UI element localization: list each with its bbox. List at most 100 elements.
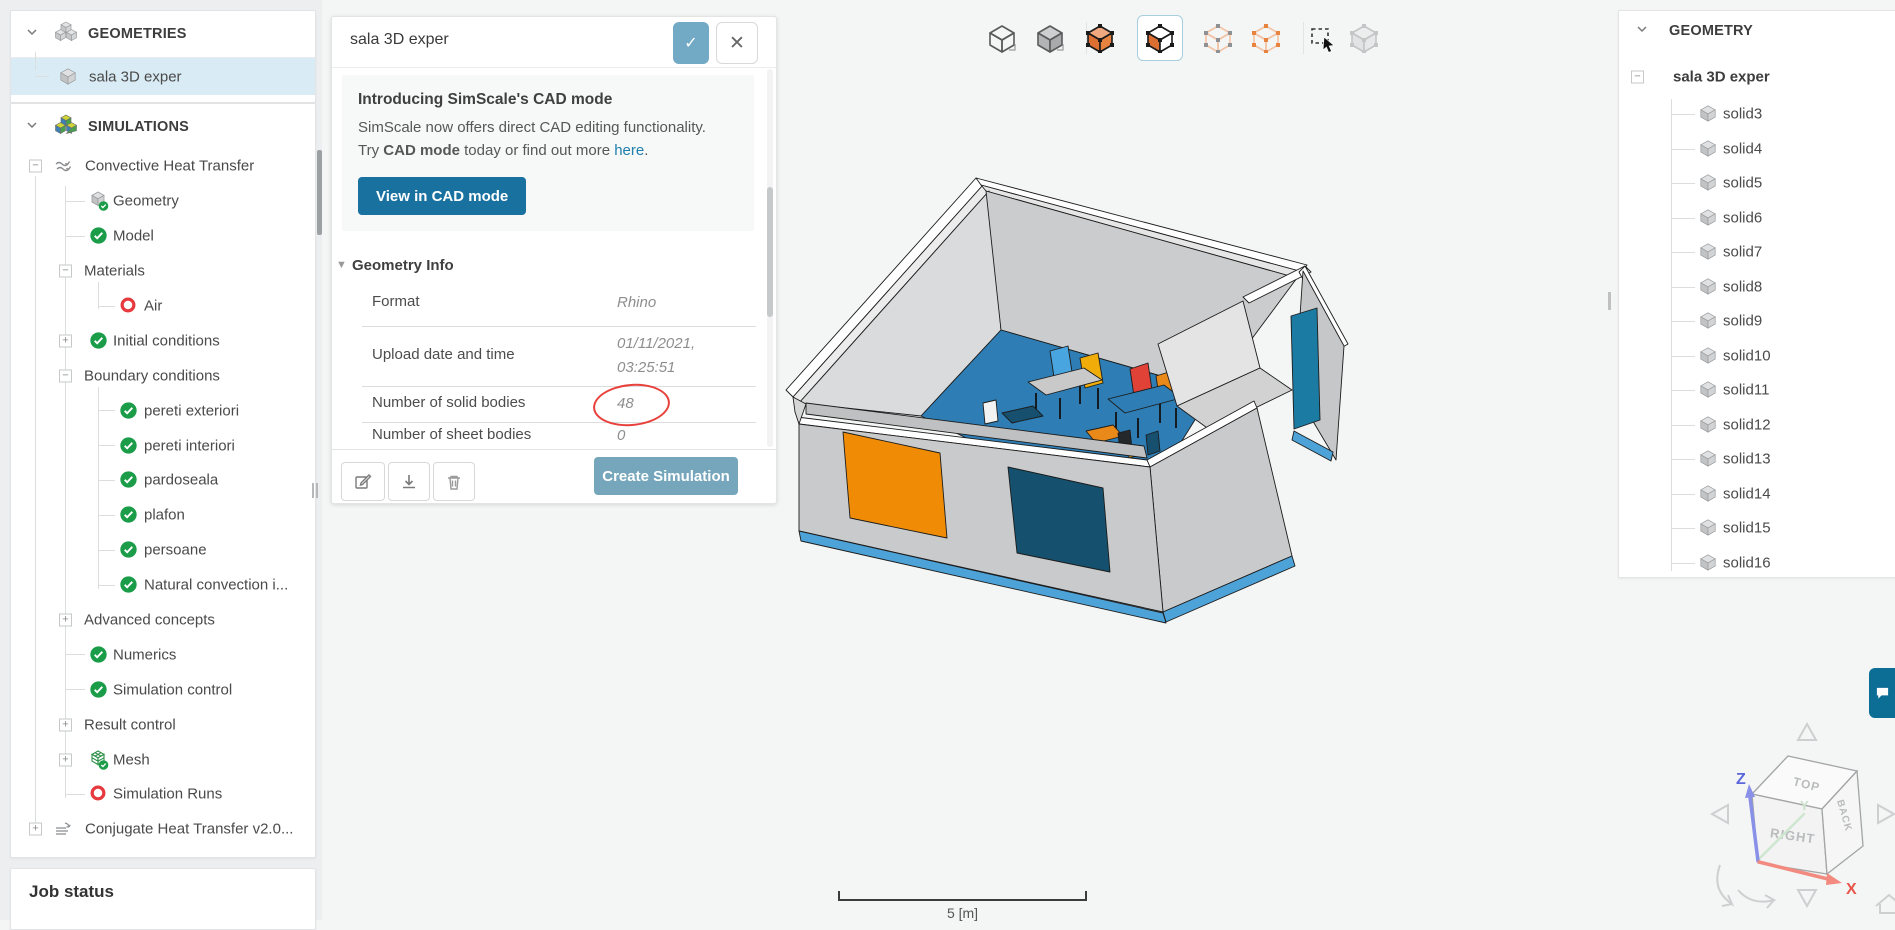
tree-item-label: Convective Heat Transfer <box>85 157 255 175</box>
nav-right-arrow <box>1877 803 1895 825</box>
chevron-down-icon[interactable] <box>26 119 38 135</box>
collapse-expander[interactable]: − <box>29 159 42 173</box>
tree-item-sala-3d-exper[interactable]: − sala 3D exper <box>1619 59 1895 95</box>
tree-item-pereti-interiori[interactable]: pereti interiori <box>11 428 315 463</box>
trash-icon[interactable] <box>433 462 475 501</box>
tree-item-solid3[interactable]: solid3 <box>1619 97 1895 132</box>
tree-item-solid8[interactable]: solid8 <box>1619 270 1895 305</box>
tree-item-convective-heat-transfer[interactable]: − Convective Heat Transfer <box>11 149 315 184</box>
tree-item-materials[interactable]: − Materials <box>11 254 315 289</box>
panel-footer: Create Simulation <box>332 449 776 504</box>
banner-heading: Introducing SimScale's CAD mode <box>358 91 613 108</box>
panel-resize-handle[interactable] <box>312 483 320 503</box>
check-circle-icon <box>119 505 139 525</box>
info-value: Rhino <box>617 293 657 311</box>
tree-item-solid15[interactable]: solid15 <box>1619 511 1895 546</box>
close-icon[interactable]: ✕ <box>716 22 758 64</box>
tree-item-boundary-conditions[interactable]: − Boundary conditions <box>11 358 315 393</box>
geometry-item-label: sala 3D exper <box>89 68 182 85</box>
sidebar-scrollbar[interactable] <box>317 150 322 235</box>
simulations-header[interactable]: SIMULATIONS <box>11 104 315 150</box>
tree-item-solid6[interactable]: solid6 <box>1619 201 1895 236</box>
tree-item-solid16[interactable]: solid16 <box>1619 546 1895 578</box>
tree-item-solid10[interactable]: solid10 <box>1619 339 1895 374</box>
tree-item-geometry[interactable]: Geometry <box>11 184 315 219</box>
select-faces-button[interactable] <box>1137 15 1183 61</box>
tree-item-label: pereti interiori <box>144 437 235 455</box>
create-simulation-button[interactable]: Create Simulation <box>594 457 738 495</box>
tree-item-solid4[interactable]: solid4 <box>1619 132 1895 167</box>
tree-item-label: Result control <box>84 716 176 734</box>
expand-expander[interactable]: + <box>59 334 72 348</box>
expand-expander[interactable]: + <box>29 822 42 836</box>
tree-item-pardoseala[interactable]: pardoseala <box>11 463 315 498</box>
tree-item-solid5[interactable]: solid5 <box>1619 166 1895 201</box>
collapse-expander[interactable]: − <box>1631 70 1644 84</box>
tree-item-label: Numerics <box>113 646 177 664</box>
cube-gray-icon <box>1699 208 1719 228</box>
navigation-cube[interactable]: TOP RIGHT BACK Z Y X <box>1690 700 1895 920</box>
view-wireframe-cube-button[interactable] <box>979 15 1025 61</box>
geometry-info-row-number-of-sheet-bodies: Number of sheet bodies 0 <box>362 422 756 449</box>
expand-expander[interactable]: + <box>59 718 72 732</box>
tree-item-pereti-exteriori[interactable]: pereti exteriori <box>11 393 315 428</box>
tree-item-solid9[interactable]: solid9 <box>1619 304 1895 339</box>
tree-item-solid11[interactable]: solid11 <box>1619 373 1895 408</box>
download-icon[interactable] <box>388 462 430 501</box>
select-vertices-button[interactable] <box>1243 15 1289 61</box>
scale-bar-label: 5 [m] <box>946 905 979 921</box>
banner-line1: SimScale now offers direct CAD editing f… <box>358 119 706 136</box>
tree-item-solid14[interactable]: solid14 <box>1619 477 1895 512</box>
chevron-down-icon[interactable]: ▼ <box>336 259 347 271</box>
cad-mode-banner: Introducing SimScale's CAD mode SimScale… <box>342 75 754 231</box>
geometry-tree-header[interactable]: GEOMETRY <box>1619 11 1895 51</box>
tree-item-numerics[interactable]: Numerics <box>11 637 315 672</box>
box-select-button[interactable] <box>1299 15 1345 61</box>
tree-item-solid7[interactable]: solid7 <box>1619 235 1895 270</box>
nav-axis-x-label: X <box>1846 881 1857 898</box>
tree-item-solid12[interactable]: solid12 <box>1619 408 1895 443</box>
tree-item-air[interactable]: Air <box>11 289 315 324</box>
tree-item-initial-conditions[interactable]: + Initial conditions <box>11 323 315 358</box>
tree-item-solid13[interactable]: solid13 <box>1619 442 1895 477</box>
check-icon[interactable]: ✓ <box>673 22 709 64</box>
geometry-info-header[interactable]: ▼ Geometry Info <box>336 257 454 274</box>
here-link[interactable]: here <box>614 142 644 159</box>
info-value: 0 <box>617 426 626 444</box>
tree-item-result-control[interactable]: + Result control <box>11 707 315 742</box>
chevron-down-icon[interactable] <box>26 26 38 42</box>
expand-expander[interactable]: + <box>59 753 72 767</box>
solid-label: solid12 <box>1723 416 1771 434</box>
select-volumes-button[interactable] <box>1077 15 1123 61</box>
geometries-header[interactable]: GEOMETRIES <box>11 11 315 58</box>
tree-item-simulation-control[interactable]: Simulation control <box>11 672 315 707</box>
tree-item-label: Materials <box>84 262 145 280</box>
chevron-down-icon[interactable] <box>1636 23 1648 39</box>
viewport-3d-model[interactable] <box>760 160 1380 640</box>
geometry-info-row-upload-date-and-time: Upload date and time 01/11/2021, 03:25:51 <box>362 326 756 386</box>
viewport-scrollbar[interactable] <box>1608 292 1611 310</box>
panel-scrollbar-thumb[interactable] <box>767 187 773 317</box>
tree-item-advanced-concepts[interactable]: + Advanced concepts <box>11 603 315 638</box>
cube-gray-icon <box>1699 553 1719 573</box>
expand-expander[interactable]: + <box>59 613 72 627</box>
geometry-item-sala-3d-exper[interactable]: sala 3D exper <box>11 52 315 95</box>
view-shaded-cube-button[interactable] <box>1027 15 1073 61</box>
select-edges-button[interactable] <box>1195 15 1241 61</box>
tree-item-label: plafon <box>144 506 185 524</box>
collapse-expander[interactable]: − <box>59 264 72 278</box>
tree-item-mesh[interactable]: + Mesh <box>11 742 315 777</box>
tree-item-conjugate-heat-transfer-v2-0[interactable]: + Conjugate Heat Transfer v2.0... <box>11 812 315 847</box>
tree-item-natural-convection-i[interactable]: Natural convection i... <box>11 568 315 603</box>
tree-item-simulation-runs[interactable]: Simulation Runs <box>11 777 315 812</box>
tree-item-persoane[interactable]: persoane <box>11 533 315 568</box>
info-value: 01/11/2021, 03:25:51 <box>617 335 696 376</box>
collapse-expander[interactable]: − <box>59 369 72 383</box>
cube-gray-icon <box>1699 242 1719 262</box>
edit-icon[interactable] <box>341 462 385 501</box>
job-status-card[interactable]: Job status <box>10 868 316 930</box>
solid-label: solid8 <box>1723 278 1763 296</box>
tree-item-plafon[interactable]: plafon <box>11 498 315 533</box>
view-in-cad-mode-button[interactable]: View in CAD mode <box>358 177 527 215</box>
tree-item-model[interactable]: Model <box>11 219 315 254</box>
